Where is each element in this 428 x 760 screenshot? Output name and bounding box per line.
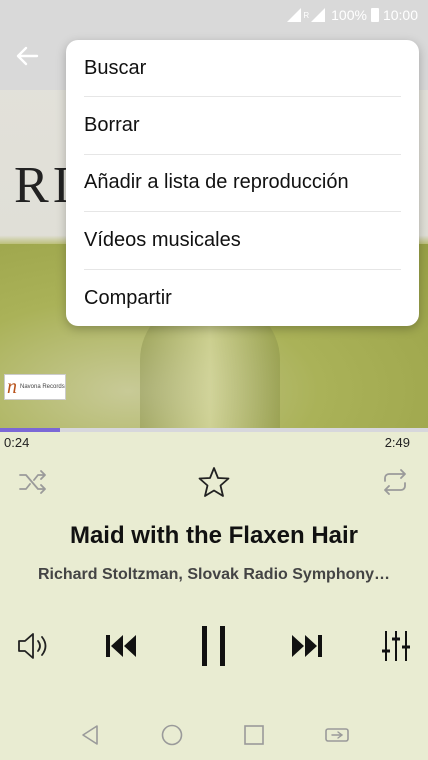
record-label-logo: n Navona Records xyxy=(4,374,66,400)
network-label: R xyxy=(303,10,310,20)
status-bar: R 100% 10:00 xyxy=(0,0,428,30)
equalizer-icon xyxy=(382,631,410,661)
total-duration: 2:49 xyxy=(384,435,410,450)
pause-icon xyxy=(202,626,225,666)
overflow-menu: Buscar Borrar Añadir a lista de reproduc… xyxy=(66,40,419,326)
circle-home-icon xyxy=(161,724,183,746)
song-title: Maid with the Flaxen Hair xyxy=(69,522,359,549)
square-recents-icon xyxy=(244,725,264,745)
star-outline-icon xyxy=(198,467,230,497)
volume-icon xyxy=(18,633,47,659)
nav-recents-button[interactable] xyxy=(238,720,270,750)
clock: 10:00 xyxy=(382,7,418,23)
equalizer-button[interactable] xyxy=(378,626,414,666)
repeat-icon xyxy=(384,469,406,495)
album-art-title: RI xyxy=(14,157,74,214)
nav-switch-sim-button[interactable] xyxy=(320,720,354,750)
seek-bar[interactable] xyxy=(0,428,428,432)
nav-back-button[interactable] xyxy=(74,720,106,750)
next-button[interactable] xyxy=(286,628,328,664)
elapsed-time: 0:24 xyxy=(4,435,30,450)
back-button[interactable] xyxy=(14,44,40,68)
system-navigation-bar xyxy=(0,712,428,760)
shuffle-button[interactable] xyxy=(16,466,50,498)
menu-item-search[interactable]: Buscar xyxy=(84,40,401,98)
menu-item-add-to-playlist[interactable]: Añadir a lista de reproducción xyxy=(84,155,401,213)
signal-icon xyxy=(287,8,302,22)
nav-home-button[interactable] xyxy=(156,720,188,750)
label-logo-name: Navona Records xyxy=(20,383,65,390)
signal-icon-2 xyxy=(311,8,326,22)
previous-button[interactable] xyxy=(100,628,142,664)
menu-item-share[interactable]: Compartir xyxy=(84,270,401,327)
skip-next-icon xyxy=(292,635,322,657)
repeat-button[interactable] xyxy=(378,466,412,498)
battery-percent: 100% xyxy=(331,7,367,23)
dual-window-icon xyxy=(325,728,349,742)
skip-previous-icon xyxy=(106,635,136,657)
menu-item-delete[interactable]: Borrar xyxy=(84,97,401,155)
triangle-back-icon xyxy=(82,725,98,745)
favorite-button[interactable] xyxy=(196,464,232,500)
shuffle-icon xyxy=(19,470,46,494)
volume-button[interactable] xyxy=(14,628,52,664)
menu-item-music-videos[interactable]: Vídeos musicales xyxy=(84,212,401,270)
battery-icon xyxy=(370,8,379,22)
song-artist: Richard Stoltzman, Slovak Radio Symphony… xyxy=(37,566,391,583)
seek-bar-progress xyxy=(0,428,60,432)
arrow-left-icon xyxy=(16,46,39,66)
label-logo-letter: n xyxy=(7,376,17,398)
pause-button[interactable] xyxy=(192,620,236,672)
